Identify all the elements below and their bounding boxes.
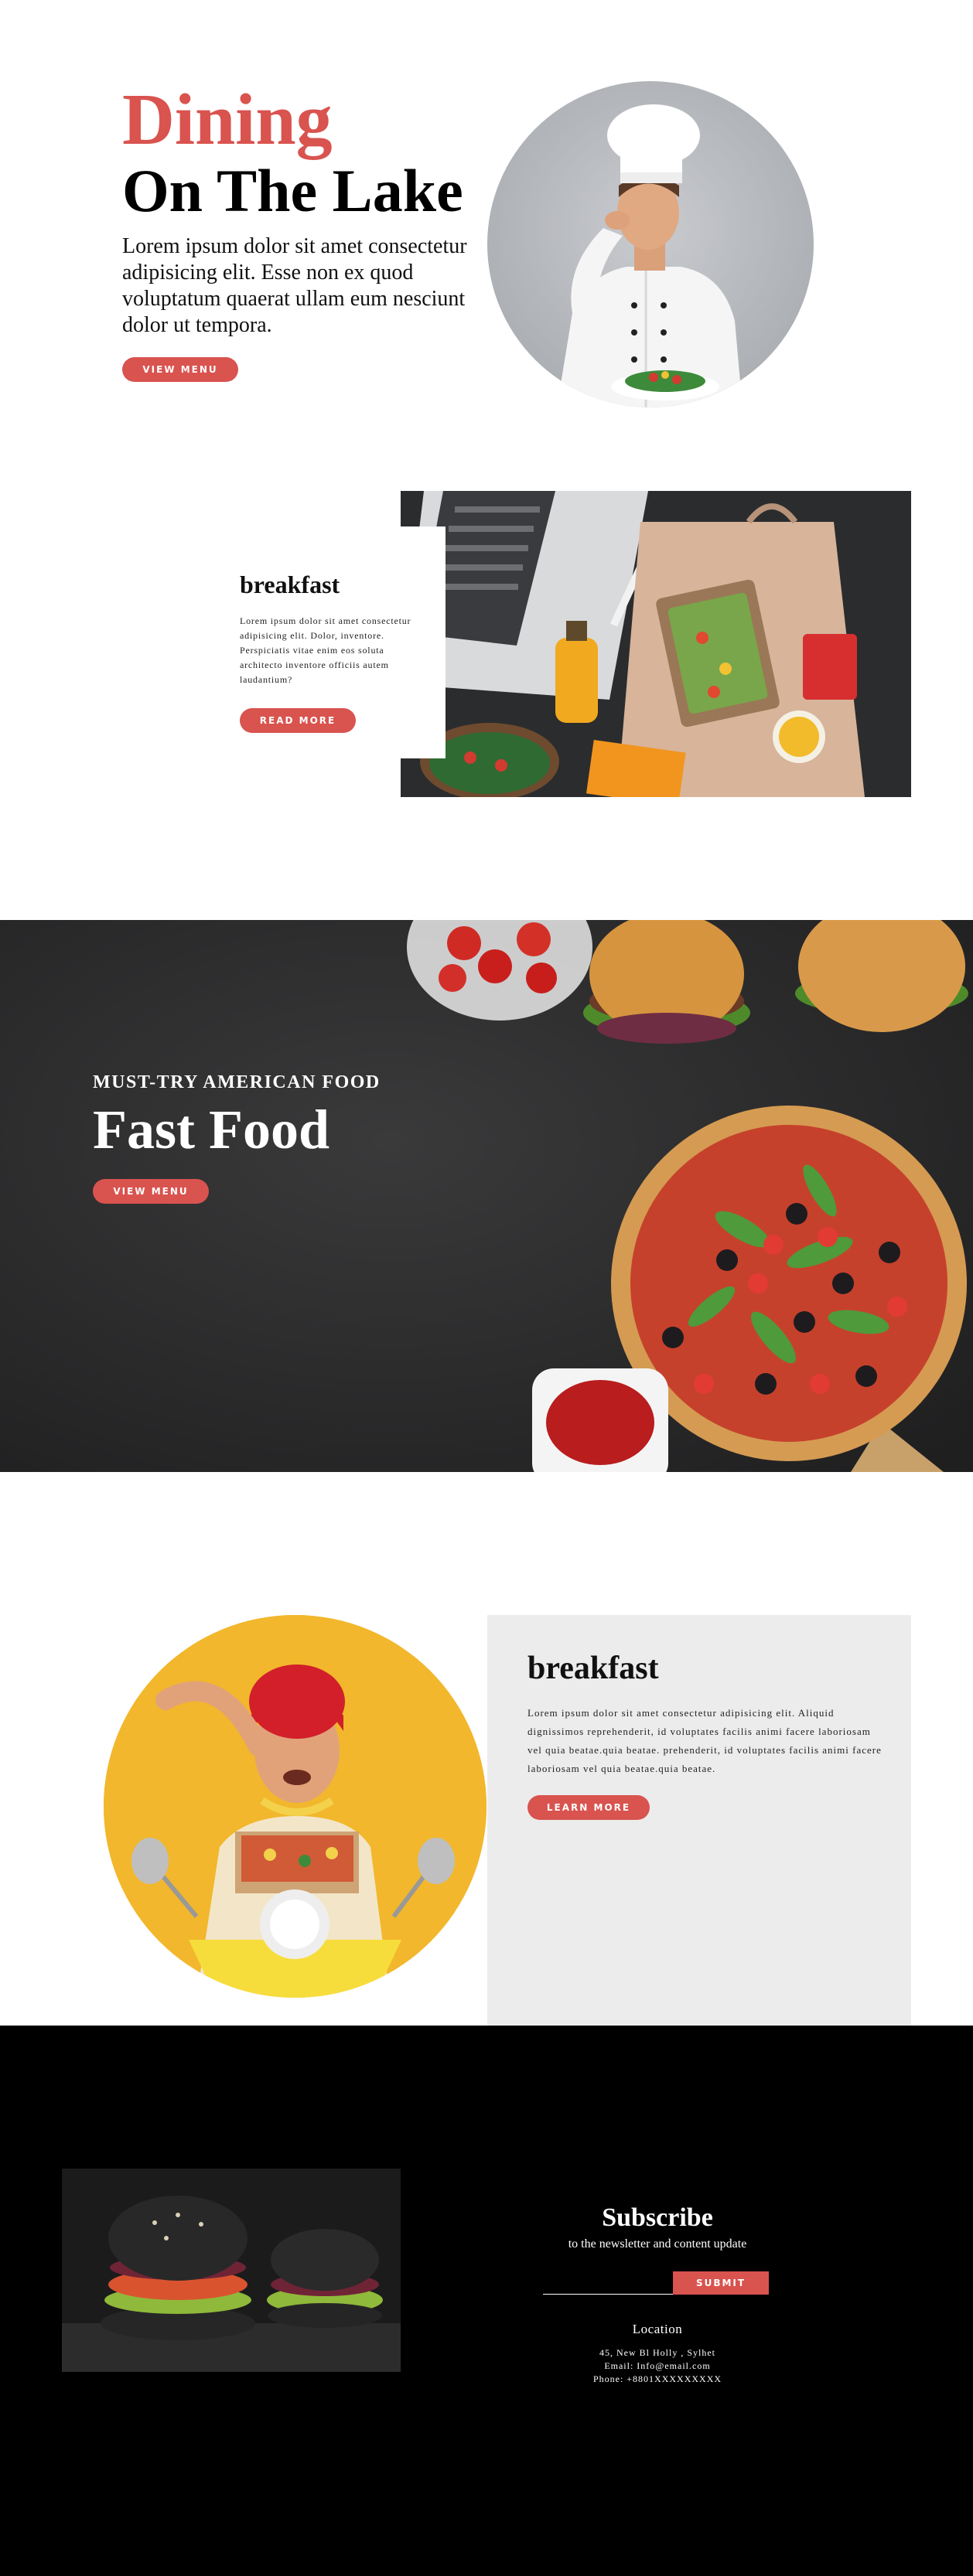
hero-accent-title: Dining xyxy=(122,80,333,160)
fast-food-title: Fast Food xyxy=(93,1099,329,1160)
newsletter-email-input[interactable] xyxy=(543,2270,673,2295)
subscribe-text: to the newsletter and content update xyxy=(568,2237,747,2251)
flatlay-food-photo xyxy=(401,491,911,797)
email-line: Email: Info@email.com xyxy=(604,2360,711,2371)
breakfast-section-1: breakfast Lorem ipsum dolor sit amet con… xyxy=(0,464,973,920)
delivery-man-photo xyxy=(104,1615,486,1998)
hero-title: On The Lake xyxy=(122,157,463,224)
subscribe-title: Subscribe xyxy=(602,2203,713,2232)
fast-food-view-menu-button[interactable]: VIEW MENU xyxy=(93,1179,209,1204)
read-more-button[interactable]: READ MORE xyxy=(240,708,356,733)
hero-description: Lorem ipsum dolor sit amet consectetur a… xyxy=(122,234,467,337)
submit-button[interactable]: SUBMIT xyxy=(673,2271,769,2295)
footer: Subscribe to the newsletter and content … xyxy=(0,2026,973,2576)
location-title: Location xyxy=(632,2322,683,2336)
chef-photo xyxy=(487,81,814,407)
phone-line: Phone: +8801XXXXXXXXX xyxy=(592,2373,722,2384)
hero-section: Dining On The Lake Lorem ipsum dolor sit… xyxy=(0,0,973,464)
burger-photo xyxy=(62,2169,401,2372)
fast-food-kicker: MUST-TRY AMERICAN FOOD xyxy=(93,1072,381,1092)
address-line: 45, New Bl Holly , Sylhet xyxy=(599,2347,715,2358)
breakfast-title: breakfast xyxy=(240,571,340,598)
hero-view-menu-button[interactable]: VIEW MENU xyxy=(122,357,238,382)
breakfast-description: Lorem ipsum dolor sit amet consectetur a… xyxy=(240,615,411,685)
breakfast-2-title: breakfast xyxy=(527,1651,659,1686)
location-details: 45, New Bl Holly , Sylhet Email: Info@em… xyxy=(510,2346,804,2386)
fast-food-section: MUST-TRY AMERICAN FOOD Fast Food VIEW ME… xyxy=(0,920,973,1472)
learn-more-button[interactable]: LEARN MORE xyxy=(527,1795,650,1820)
breakfast-2-description: Lorem ipsum dolor sit amet consectetur a… xyxy=(527,1707,882,1774)
breakfast-section-2: breakfast Lorem ipsum dolor sit amet con… xyxy=(0,1472,973,2026)
